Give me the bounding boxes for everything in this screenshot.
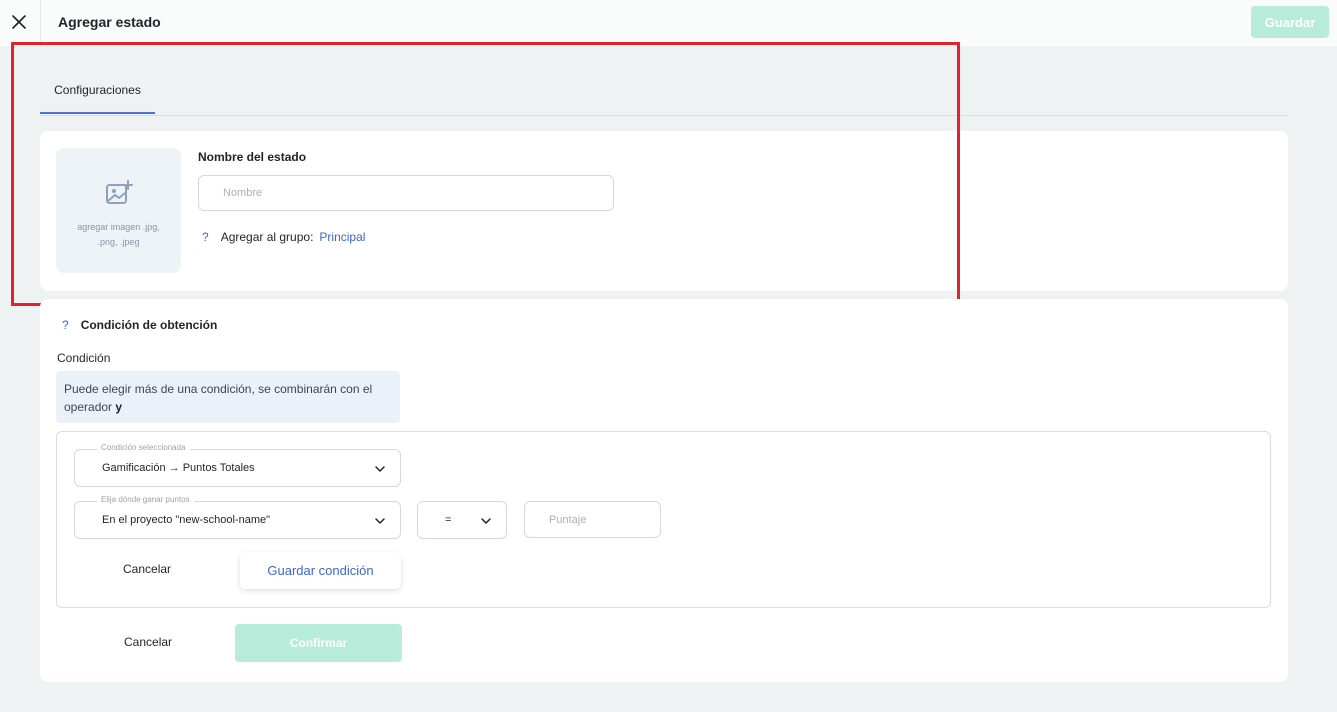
chevron-down-icon <box>375 518 385 524</box>
condition-title-row: ? Condición de obtención <box>62 318 217 332</box>
help-icon[interactable]: ? <box>202 230 209 244</box>
help-icon[interactable]: ? <box>62 318 69 332</box>
page-title: Agregar estado <box>58 14 161 30</box>
group-link[interactable]: Principal <box>319 230 365 244</box>
condition-select-value: Gamificación → Puntos Totales <box>102 462 255 474</box>
group-label: Agregar al grupo: <box>220 230 314 244</box>
info-text: Puede elegir más de una condición, se co… <box>64 382 373 414</box>
points-location-select[interactable]: Elija dónde ganar puntos En el proyecto … <box>74 495 401 539</box>
group-row: ? Agregar al grupo: Principal <box>202 230 365 244</box>
top-bar: Agregar estado Guardar <box>0 0 1337 46</box>
condition-label: Condición <box>57 351 111 365</box>
tab-configuraciones[interactable]: Configuraciones <box>40 68 155 114</box>
save-button[interactable]: Guardar <box>1251 6 1329 38</box>
condition-editor-panel: Condición seleccionada Gamificación → Pu… <box>56 431 1271 608</box>
image-add-icon <box>105 180 133 204</box>
condition-card: ? Condición de obtención Condición Puede… <box>40 299 1288 682</box>
image-upload-area[interactable]: agregar imagen .jpg, .png, .jpeg <box>56 148 181 273</box>
confirm-button[interactable]: Confirmar <box>235 624 402 662</box>
condition-title: Condición de obtención <box>80 318 218 332</box>
top-bar-divider <box>40 0 41 46</box>
info-operator: y <box>115 400 123 414</box>
cancel-condition-button[interactable]: Cancelar <box>117 561 177 577</box>
save-condition-button[interactable]: Guardar condición <box>240 552 401 589</box>
tab-bar: Configuraciones <box>40 68 1288 116</box>
score-input[interactable] <box>524 501 661 538</box>
state-name-input[interactable] <box>198 175 614 211</box>
image-upload-hint: agregar imagen .jpg, .png, .jpeg <box>77 222 160 247</box>
operator-value: = <box>445 514 452 526</box>
state-details-card: agregar imagen .jpg, .png, .jpeg Nombre … <box>40 131 1288 291</box>
points-location-value: En el proyecto "new-school-name" <box>102 514 271 526</box>
close-icon <box>12 15 26 29</box>
info-box: Puede elegir más de una condición, se co… <box>56 371 400 423</box>
points-location-label: Elija dónde ganar puntos <box>97 495 194 504</box>
state-name-label: Nombre del estado <box>198 150 307 164</box>
chevron-down-icon <box>375 466 385 472</box>
cancel-button[interactable]: Cancelar <box>118 634 178 650</box>
chevron-down-icon <box>481 518 491 524</box>
operator-select[interactable]: = <box>417 501 507 539</box>
condition-select-label: Condición seleccionada <box>97 443 190 452</box>
condition-select[interactable]: Condición seleccionada Gamificación → Pu… <box>74 443 401 487</box>
close-button[interactable] <box>6 9 32 35</box>
